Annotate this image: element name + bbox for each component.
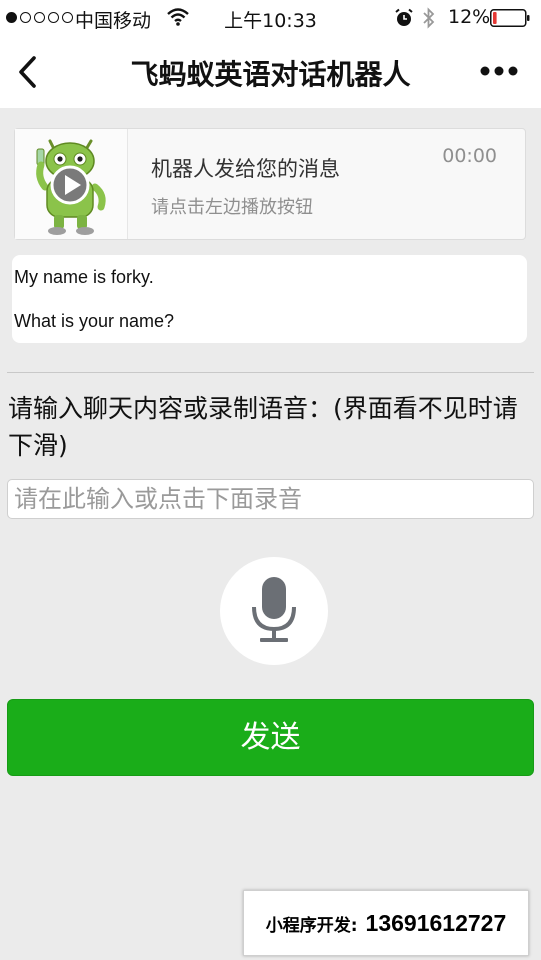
page-title: 飞蚂蚁英语对话机器人 bbox=[130, 58, 411, 91]
input-prompt: 请输入聊天内容或录制语音：(界面看不见时请下滑) bbox=[8, 394, 518, 460]
more-options-icon[interactable] bbox=[478, 64, 520, 78]
contact-phone: 13691612727 bbox=[365, 909, 507, 936]
battery-icon bbox=[490, 9, 530, 27]
reply-line: What is your name? bbox=[14, 311, 175, 331]
message-hint: 请点击左边播放按钮 bbox=[151, 197, 313, 218]
status-bar: 中国移动 上午10:33 12% bbox=[0, 0, 541, 36]
microphone-icon bbox=[252, 577, 296, 642]
robot-reply-text: My name is forky. What is your name? bbox=[12, 255, 527, 343]
record-voice-button[interactable] bbox=[220, 557, 328, 665]
chat-input[interactable] bbox=[7, 479, 534, 519]
contact-label: 小程序开发: bbox=[265, 915, 358, 936]
bluetooth-icon bbox=[423, 7, 435, 29]
battery-percent: 12% bbox=[448, 6, 491, 28]
navigation-bar: 飞蚂蚁英语对话机器人 bbox=[0, 36, 541, 108]
send-button[interactable]: 发送 bbox=[7, 699, 534, 776]
message-title: 机器人发给您的消息 bbox=[151, 157, 340, 181]
robot-avatar-play-button[interactable] bbox=[15, 129, 128, 239]
section-divider bbox=[7, 372, 534, 373]
audio-message-card: 机器人发给您的消息 请点击左边播放按钮 00:00 bbox=[14, 128, 526, 240]
reply-line: My name is forky. bbox=[14, 267, 154, 287]
audio-duration: 00:00 bbox=[442, 145, 497, 167]
alarm-clock-icon bbox=[395, 8, 413, 26]
developer-contact-banner: 小程序开发: 13691612727 bbox=[243, 890, 529, 956]
back-arrow-icon[interactable] bbox=[14, 54, 40, 90]
robot-play-icon[interactable] bbox=[15, 129, 127, 239]
